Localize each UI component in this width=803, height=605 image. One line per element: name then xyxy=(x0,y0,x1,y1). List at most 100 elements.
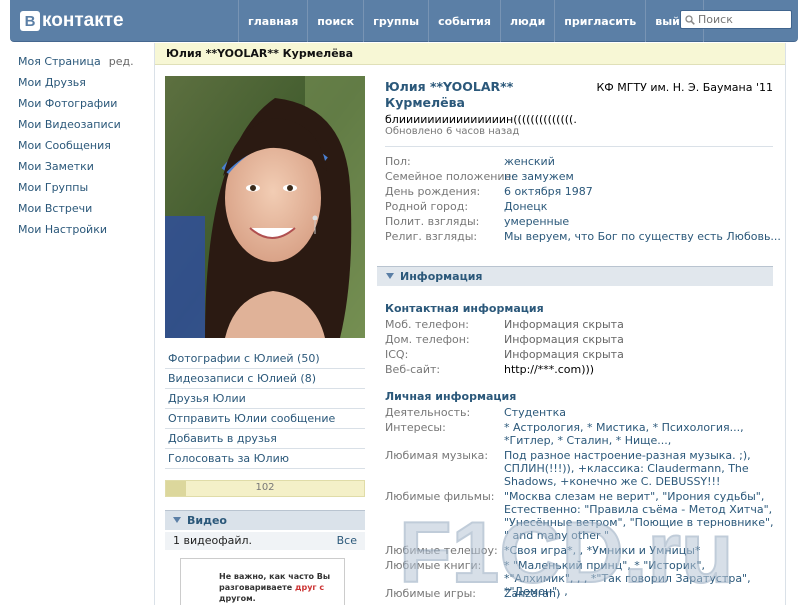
info-label: Пол: xyxy=(385,155,411,168)
info-value-link[interactable]: Студентка xyxy=(504,406,774,419)
collapse-triangle-icon xyxy=(386,273,394,279)
menu-my-notes[interactable]: Мои Заметки xyxy=(18,158,143,179)
left-menu: Моя Страница ред. Мои Друзья Мои Фотограф… xyxy=(18,53,143,242)
video-thumb-line2-text: разговариваете xyxy=(219,583,293,592)
menu-my-groups[interactable]: Мои Группы xyxy=(18,179,143,200)
website-link[interactable]: http://***.com))) xyxy=(504,362,594,377)
video-count: 1 видеофайл. xyxy=(173,534,253,547)
info-row-birthday: День рождения: 6 октября 1987 xyxy=(385,184,775,199)
personal-section-title: Личная информация xyxy=(385,390,517,403)
video-thumb-line3: другом. xyxy=(219,594,256,603)
video-section-header[interactable]: Видео xyxy=(165,510,365,530)
profile-actions: Фотографии с Юлией (50) Видеозаписи с Юл… xyxy=(165,349,365,469)
menu-my-meetings[interactable]: Мои Встречи xyxy=(18,200,143,221)
contact-row-home-phone: Дом. телефон: Информация скрыта xyxy=(385,332,775,347)
info-value-link[interactable]: не замужем xyxy=(504,169,574,184)
photos-with-user-link[interactable]: Фотографии с Юлией (50) xyxy=(165,349,365,369)
search-input[interactable] xyxy=(698,13,784,26)
logo-text: контакте xyxy=(42,10,124,31)
rating-bar[interactable]: 102 xyxy=(165,480,365,497)
search-box xyxy=(680,10,792,29)
video-thumb-line1: Не важно, как часто Вы xyxy=(219,572,331,581)
info-section-header[interactable]: Информация xyxy=(377,266,773,286)
edit-link[interactable]: ред. xyxy=(109,55,134,68)
status-text[interactable]: блииииииииииииииин((((((((((((((. xyxy=(385,113,577,126)
search-icon xyxy=(685,14,695,25)
info-value: Информация скрыта xyxy=(504,348,624,361)
contact-section-title: Контактная информация xyxy=(385,302,544,315)
info-row-hometown: Родной город: Донецк xyxy=(385,199,775,214)
video-thumb-red-text: друг с xyxy=(295,583,325,592)
video-thumbnail[interactable]: Не важно, как часто Вы разговариваете др… xyxy=(180,558,345,605)
profile-name-line2: Курмелёва xyxy=(385,95,465,110)
info-value-link[interactable]: женский xyxy=(504,154,555,169)
nav-invite[interactable]: пригласить xyxy=(554,0,645,42)
info-label: Семейное положение: xyxy=(385,170,516,183)
info-value-link[interactable]: умеренные xyxy=(504,214,569,229)
contact-row-icq: ICQ: Информация скрыта xyxy=(385,347,775,362)
info-label: Любимые книги: xyxy=(385,559,482,572)
rating-value: 102 xyxy=(255,482,275,493)
info-label: Любимая музыка: xyxy=(385,449,489,462)
site-logo[interactable]: В контакте xyxy=(20,9,124,33)
menu-my-page-label: Моя Страница xyxy=(18,55,101,68)
collapse-triangle-icon xyxy=(173,517,181,523)
info-label: ICQ: xyxy=(385,348,409,361)
contact-row-website: Веб-сайт: http://***.com))) xyxy=(385,362,775,377)
info-label: Любимые игры: xyxy=(385,587,477,600)
nav-search[interactable]: поиск xyxy=(307,0,363,42)
vote-link[interactable]: Голосовать за Юлию xyxy=(165,449,365,469)
profile-photo[interactable] xyxy=(165,76,365,338)
logo-letter: В xyxy=(20,11,40,31)
top-nav: главная поиск группы события люди пригла… xyxy=(238,0,704,42)
info-row-marital: Семейное положение: не замужем xyxy=(385,169,775,184)
menu-my-messages[interactable]: Мои Сообщения xyxy=(18,137,143,158)
nav-people[interactable]: люди xyxy=(499,0,554,42)
profile-name: Юлия **YOOLAR** Курмелёва xyxy=(385,79,575,111)
profile-panel: Юлия **YOOLAR** Курмелёва Фотографии с Ю… xyxy=(154,43,786,605)
info-value-link[interactable]: * Астрология, * Мистика, * Психология...… xyxy=(504,421,774,447)
menu-my-settings[interactable]: Мои Настройки xyxy=(18,221,143,242)
page-title: Юлия **YOOLAR** Курмелёва xyxy=(155,43,785,65)
profile-name-line1: Юлия **YOOLAR** xyxy=(385,79,514,94)
nav-groups[interactable]: группы xyxy=(363,0,428,42)
menu-my-photos[interactable]: Мои Фотографии xyxy=(18,95,143,116)
video-summary: 1 видеофайл. Все xyxy=(165,532,365,550)
video-thumb-line2: разговариваете друг с xyxy=(219,582,338,593)
all-videos-link[interactable]: Все xyxy=(337,532,357,550)
menu-my-friends[interactable]: Мои Друзья xyxy=(18,74,143,95)
university-label: КФ МГТУ им. Н. Э. Баумана '11 xyxy=(596,81,773,94)
info-row-religion: Религ. взгляды: Мы веруем, что Бог по су… xyxy=(385,229,781,244)
info-value-link[interactable]: 6 октября 1987 xyxy=(504,184,593,199)
info-label: Полит. взгляды: xyxy=(385,215,480,228)
divider xyxy=(385,146,773,147)
info-label: День рождения: xyxy=(385,185,481,198)
user-friends-link[interactable]: Друзья Юлии xyxy=(165,389,365,409)
send-message-link[interactable]: Отправить Юлии сообщение xyxy=(165,409,365,429)
info-value-link[interactable]: Под разное настроение-разная музыка. ;),… xyxy=(504,449,774,488)
contact-row-mobile: Моб. телефон: Информация скрыта xyxy=(385,317,775,332)
info-value-link[interactable]: Zanzarah) xyxy=(504,587,774,600)
info-value-link[interactable]: "Москва слезам не верит", "Ирония судьбы… xyxy=(504,490,774,542)
info-label: Интересы: xyxy=(385,421,446,434)
nav-events[interactable]: события xyxy=(428,0,500,42)
menu-my-videos[interactable]: Мои Видеозаписи xyxy=(18,116,143,137)
menu-my-page[interactable]: Моя Страница ред. xyxy=(18,53,143,74)
info-label: Моб. телефон: xyxy=(385,318,470,331)
info-value-link[interactable]: *Своя игра*, , *Умники и Умницы* xyxy=(504,544,774,557)
info-row-gender: Пол: женский xyxy=(385,154,775,169)
info-label: Любимые фильмы: xyxy=(385,490,495,503)
top-header: В контакте главная поиск группы события … xyxy=(10,0,798,42)
info-value-link[interactable]: Мы веруем, что Бог по существу есть Любо… xyxy=(504,229,781,244)
info-label: Религ. взгляды: xyxy=(385,230,478,243)
add-friend-link[interactable]: Добавить в друзья xyxy=(165,429,365,449)
info-value-link[interactable]: Донецк xyxy=(504,199,547,214)
info-label: Любимые телешоу: xyxy=(385,544,498,557)
videos-with-user-link[interactable]: Видеозаписи с Юлией (8) xyxy=(165,369,365,389)
video-section-title: Видео xyxy=(187,514,227,527)
nav-home[interactable]: главная xyxy=(238,0,307,42)
info-value: Информация скрыта xyxy=(504,318,624,331)
info-value: Информация скрыта xyxy=(504,333,624,346)
info-label: Деятельность: xyxy=(385,406,471,419)
info-label: Дом. телефон: xyxy=(385,333,470,346)
